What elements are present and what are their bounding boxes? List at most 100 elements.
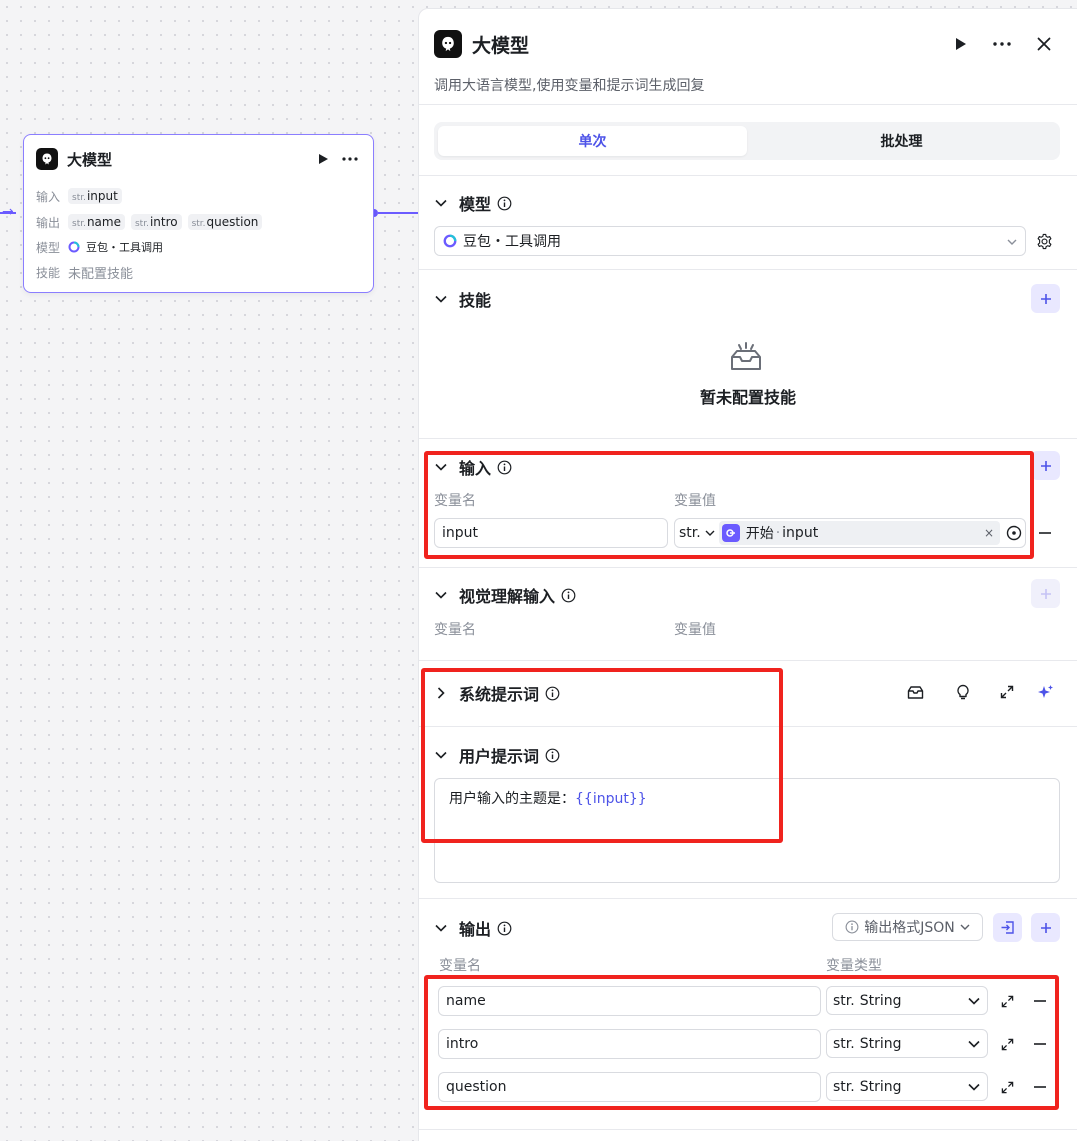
chevron-down-icon (1007, 233, 1017, 249)
model-select-value: 豆包・工具调用 (463, 234, 561, 250)
node-output-row: 输出 str. name str. intro str. question (36, 212, 268, 232)
chevron-down-icon[interactable] (705, 530, 715, 536)
input-var-name-field[interactable]: input (434, 518, 668, 548)
output-var-name-field[interactable]: name (438, 986, 821, 1016)
mode-tabs: 单次 批处理 (434, 122, 1060, 160)
more-icon[interactable] (987, 29, 1017, 59)
remove-input-icon[interactable] (1036, 524, 1054, 542)
expand-icon[interactable] (998, 1078, 1016, 1096)
ref-node-name: 开始 (745, 526, 774, 542)
run-node-icon[interactable] (313, 149, 333, 169)
model-section-header[interactable]: 模型 (434, 191, 512, 215)
ref-var-name: input (782, 525, 819, 541)
divider (419, 898, 1077, 899)
user-prompt-editor[interactable]: 用户输入的主题是：{{input}} (434, 778, 1060, 883)
input-section-title: 输入 (459, 459, 492, 478)
add-output-button[interactable] (1031, 913, 1060, 942)
input-tag: str. input (68, 188, 122, 204)
node-header: 大模型 (36, 147, 361, 171)
doubao-icon (443, 234, 457, 248)
output-format-select[interactable]: 输出格式JSON (832, 913, 983, 941)
node-output-label: 输出 (36, 215, 61, 230)
prompt-variable: {{input}} (575, 791, 647, 807)
vision-col-value: 变量值 (674, 622, 716, 638)
expand-icon[interactable] (998, 683, 1016, 701)
output-var-name-field[interactable]: intro (438, 1029, 821, 1059)
vision-col-name: 变量名 (434, 622, 476, 638)
system-prompt-header[interactable]: 系统提示词 (434, 681, 560, 705)
lightbulb-icon[interactable] (954, 683, 972, 701)
empty-box-icon (729, 341, 763, 377)
expand-icon[interactable] (998, 1035, 1016, 1053)
more-icon[interactable] (339, 149, 361, 169)
output-type-select[interactable]: str. String (826, 1029, 988, 1058)
input-var-value-field[interactable]: str. 开始 · input × (674, 518, 1026, 548)
model-select[interactable]: 豆包・工具调用 (434, 226, 1026, 256)
system-prompt-title: 系统提示词 (459, 685, 540, 704)
expand-icon[interactable] (998, 992, 1016, 1010)
remove-output-icon[interactable] (1031, 992, 1049, 1010)
clear-icon[interactable]: × (984, 526, 994, 540)
chevron-right-icon (434, 686, 448, 700)
skills-section-title: 技能 (459, 291, 492, 310)
output-type-select[interactable]: str. String (826, 986, 988, 1015)
tab-single[interactable]: 单次 (438, 126, 747, 156)
chevron-down-icon (434, 292, 448, 306)
input-section-header[interactable]: 输入 (434, 455, 512, 479)
chevron-down-icon (967, 1080, 981, 1098)
remove-output-icon[interactable] (1031, 1078, 1049, 1096)
info-icon[interactable] (497, 196, 512, 211)
output-section-header[interactable]: 输出 (434, 916, 512, 940)
info-icon[interactable] (561, 588, 576, 603)
type-value: String (859, 1078, 902, 1095)
output-col-type: 变量类型 (826, 958, 882, 974)
tab-batch[interactable]: 批处理 (747, 126, 1056, 156)
llm-logo-icon (36, 148, 58, 170)
divider (419, 438, 1077, 439)
chevron-down-icon (434, 748, 448, 762)
node-input-row: 输入 str. input (36, 186, 128, 206)
variable-reference-chip[interactable]: 开始 · input × (718, 521, 1000, 545)
output-section-title: 输出 (459, 920, 492, 939)
vision-section-header[interactable]: 视觉理解输入 (434, 583, 576, 607)
node-skill-label: 技能 (36, 265, 61, 280)
gear-icon[interactable] (1034, 231, 1054, 251)
vision-section-title: 视觉理解输入 (459, 587, 556, 606)
node-input-label: 输入 (36, 189, 61, 204)
close-icon[interactable] (1029, 29, 1059, 59)
llm-node-card[interactable]: 大模型 输入 str. input 输出 str. name str. intro s… (23, 134, 374, 293)
output-tag: str. name (68, 214, 125, 230)
user-prompt-title: 用户提示词 (459, 747, 540, 766)
info-icon[interactable] (497, 460, 512, 475)
ai-sparkle-icon[interactable] (1036, 683, 1054, 701)
node-title: 大模型 (67, 150, 113, 169)
chevron-down-icon (434, 196, 448, 210)
type-value: String (859, 1035, 902, 1052)
add-skill-button[interactable] (1031, 284, 1060, 313)
panel-title: 大模型 (472, 34, 530, 57)
chevron-down-icon (434, 588, 448, 602)
output-type-select[interactable]: str. String (826, 1072, 988, 1101)
user-prompt-text: 用户输入的主题是： (449, 791, 575, 807)
add-input-button[interactable] (1031, 451, 1060, 480)
divider (419, 269, 1077, 270)
info-icon[interactable] (545, 748, 560, 763)
prompt-library-icon[interactable] (906, 683, 924, 701)
output-var-name-field[interactable]: question (438, 1072, 821, 1102)
input-col-name: 变量名 (434, 493, 476, 509)
doubao-icon (68, 241, 80, 253)
node-skill-value: 未配置技能 (68, 266, 134, 282)
user-prompt-header[interactable]: 用户提示词 (434, 743, 560, 767)
ref-separator: · (775, 525, 781, 541)
run-icon[interactable] (945, 29, 975, 59)
target-icon[interactable] (1006, 525, 1022, 541)
type-prefix: str. (679, 525, 701, 541)
remove-output-icon[interactable] (1031, 1035, 1049, 1053)
skills-section-header[interactable]: 技能 (434, 287, 491, 311)
info-icon[interactable] (545, 686, 560, 701)
skills-empty-text: 暂未配置技能 (699, 388, 796, 407)
add-vision-input-button[interactable] (1031, 579, 1060, 608)
import-output-button[interactable] (993, 913, 1022, 942)
type-prefix: str. (833, 1035, 855, 1052)
info-icon[interactable] (497, 921, 512, 936)
